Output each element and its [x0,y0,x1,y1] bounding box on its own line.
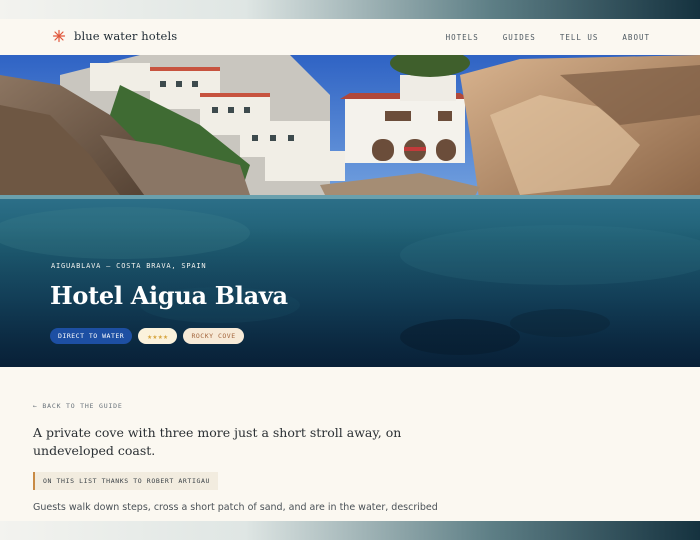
nav-links: HOTELS GUIDES TELL US ABOUT [422,33,650,42]
back-to-guide-link[interactable]: ← BACK TO THE GUIDE [33,402,453,410]
hero-location: AIGUABLAVA — COSTA BRAVA, SPAIN [51,262,207,270]
page: blue water hotels HOTELS GUIDES TELL US … [0,19,700,521]
brand-name: blue water hotels [74,29,178,43]
main-content: ← BACK TO THE GUIDE A private cove with … [33,402,453,513]
brand-logo[interactable]: blue water hotels [52,29,177,43]
nav-about[interactable]: ABOUT [622,33,650,42]
badge-star-rating: ★★★★ [138,328,178,344]
body-paragraph: Guests walk down steps, cross a short pa… [33,502,438,513]
lead-paragraph: A private cove with three more just a sh… [33,425,402,458]
top-nav: blue water hotels HOTELS GUIDES TELL US … [0,19,700,55]
hero-badges: DIRECT TO WATER ★★★★ ROCKY COVE [50,328,250,344]
page-title: Hotel Aigua Blava [50,281,288,310]
nav-tell-us[interactable]: TELL US [560,33,599,42]
badge-direct-to-water: DIRECT TO WATER [50,328,133,344]
credit-callout: ON THIS LIST THANKS TO ROBERT ARTIGAU [33,472,218,490]
badge-rocky-cove: ROCKY COVE [183,328,244,344]
hero: AIGUABLAVA — COSTA BRAVA, SPAIN Hotel Ai… [0,55,700,367]
nav-hotels[interactable]: HOTELS [446,33,479,42]
starburst-icon [52,29,66,43]
nav-guides[interactable]: GUIDES [503,33,536,42]
hero-overlay [0,55,700,367]
